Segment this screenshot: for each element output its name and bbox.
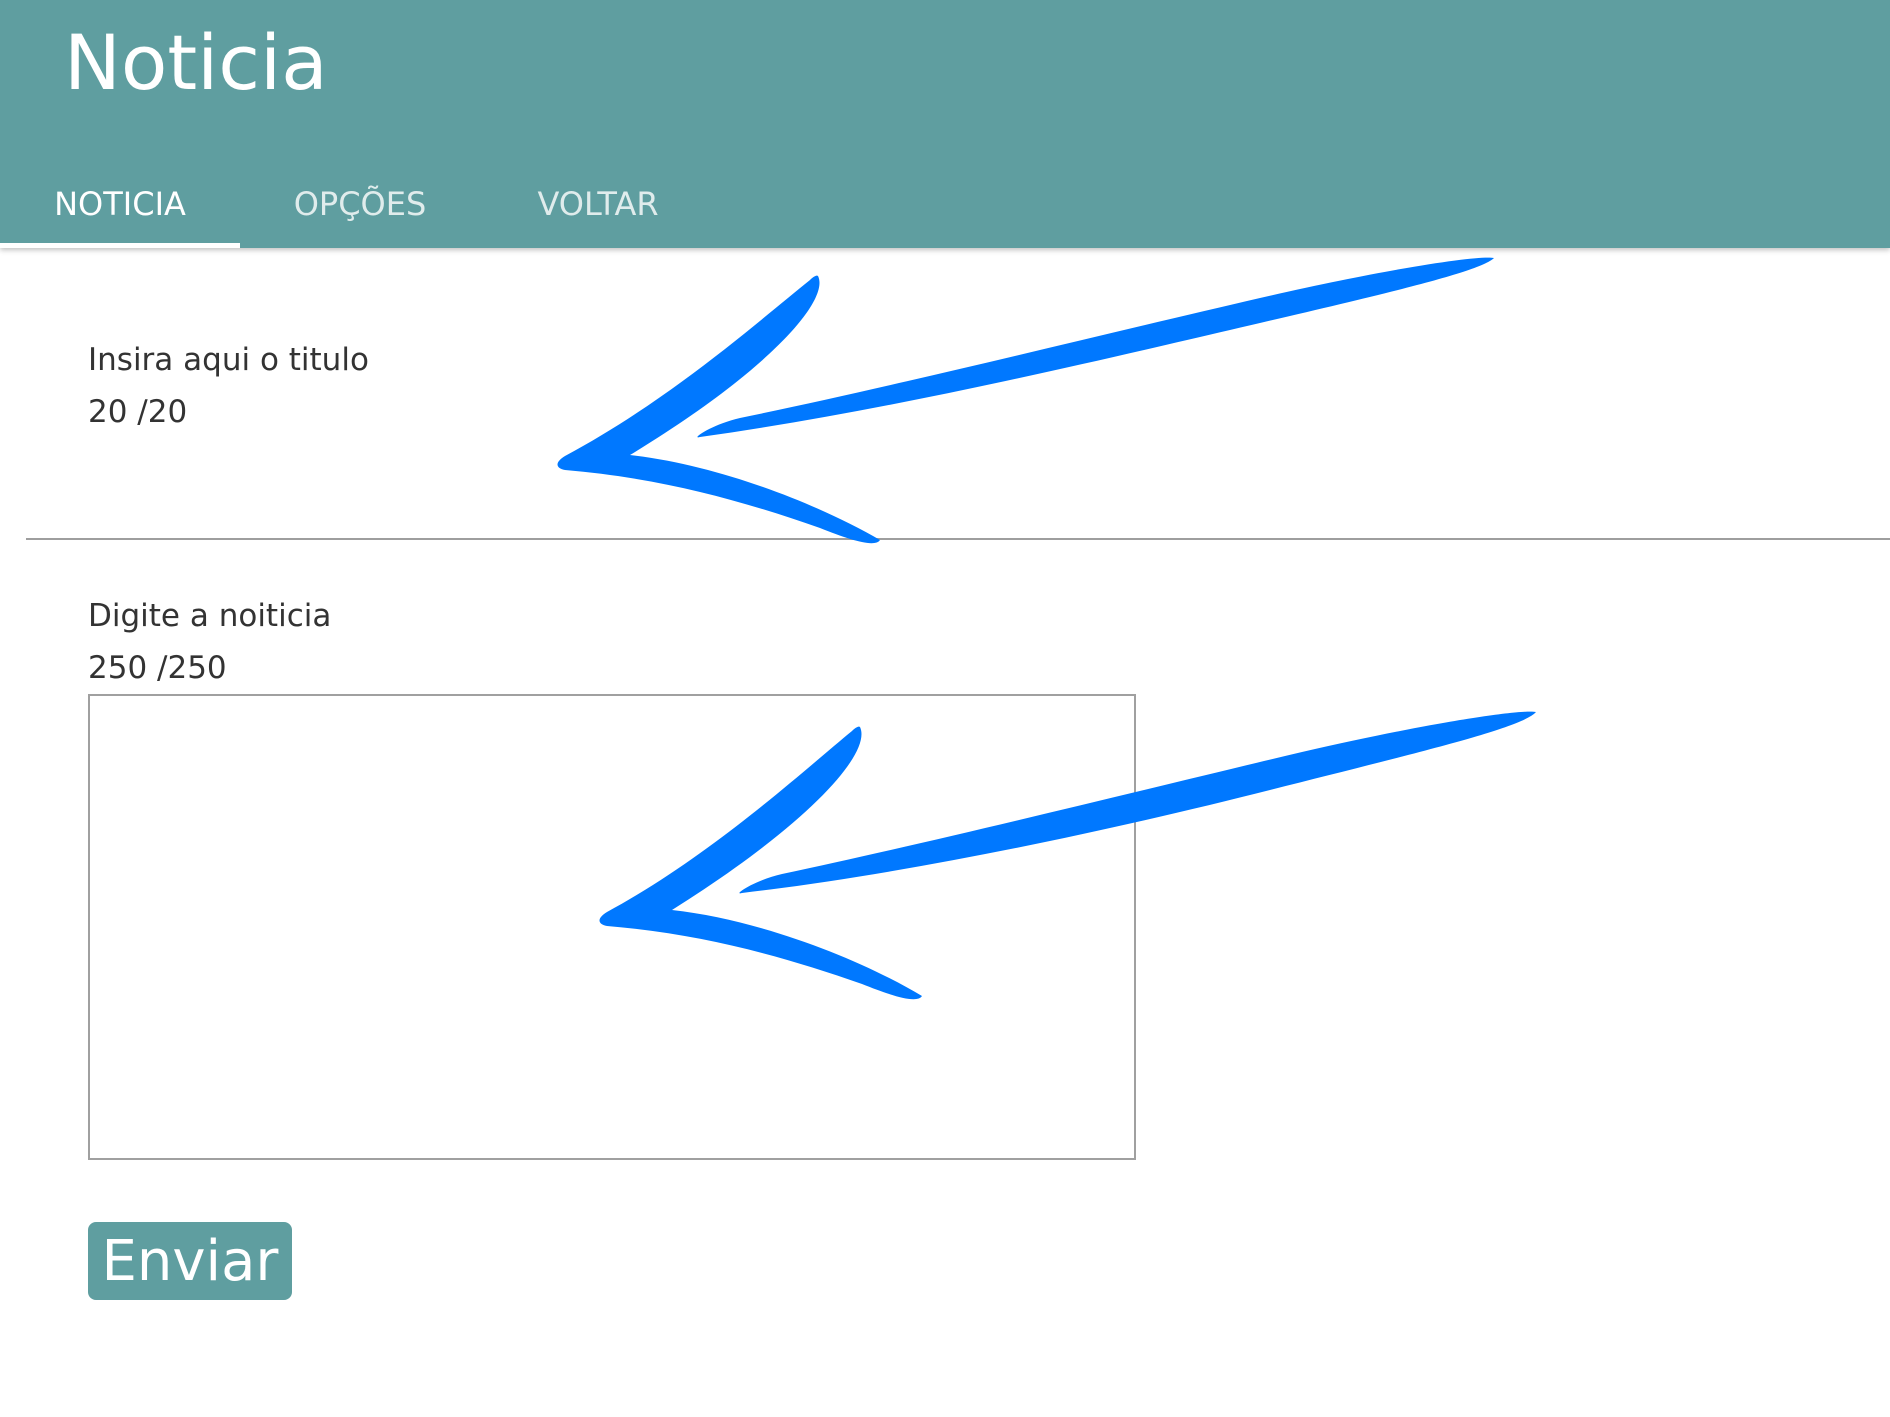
title-input[interactable] [26,440,1890,540]
title-field-label: Insira aqui o titulo [88,342,369,378]
page-title: Noticia [64,18,328,107]
tab-opcoes[interactable]: OPÇÕES [240,160,480,248]
news-field-header: Digite a noiticia 250 /250 [88,596,331,688]
app-root: Noticia NOTICIA OPÇÕES VOLTAR Insira aqu… [0,0,1890,1417]
tab-voltar[interactable]: VOLTAR [480,160,716,248]
tab-label: OPÇÕES [293,185,427,223]
tab-bar: NOTICIA OPÇÕES VOLTAR [0,160,716,248]
tab-label: VOLTAR [537,185,659,223]
tab-label: NOTICIA [54,185,186,223]
submit-button[interactable]: Enviar [88,1222,292,1300]
arrow-shaft [697,257,1494,438]
title-field-header: Insira aqui o titulo 20 /20 [88,340,369,432]
news-char-counter: 250 /250 [88,650,227,686]
news-textarea[interactable] [88,694,1136,1160]
app-header: Noticia NOTICIA OPÇÕES VOLTAR [0,0,1890,248]
tab-noticia[interactable]: NOTICIA [0,160,240,248]
news-field-label: Digite a noiticia [88,598,332,634]
active-tab-indicator [0,243,240,248]
title-char-counter: 20 /20 [88,394,188,430]
submit-button-label: Enviar [101,1228,279,1294]
